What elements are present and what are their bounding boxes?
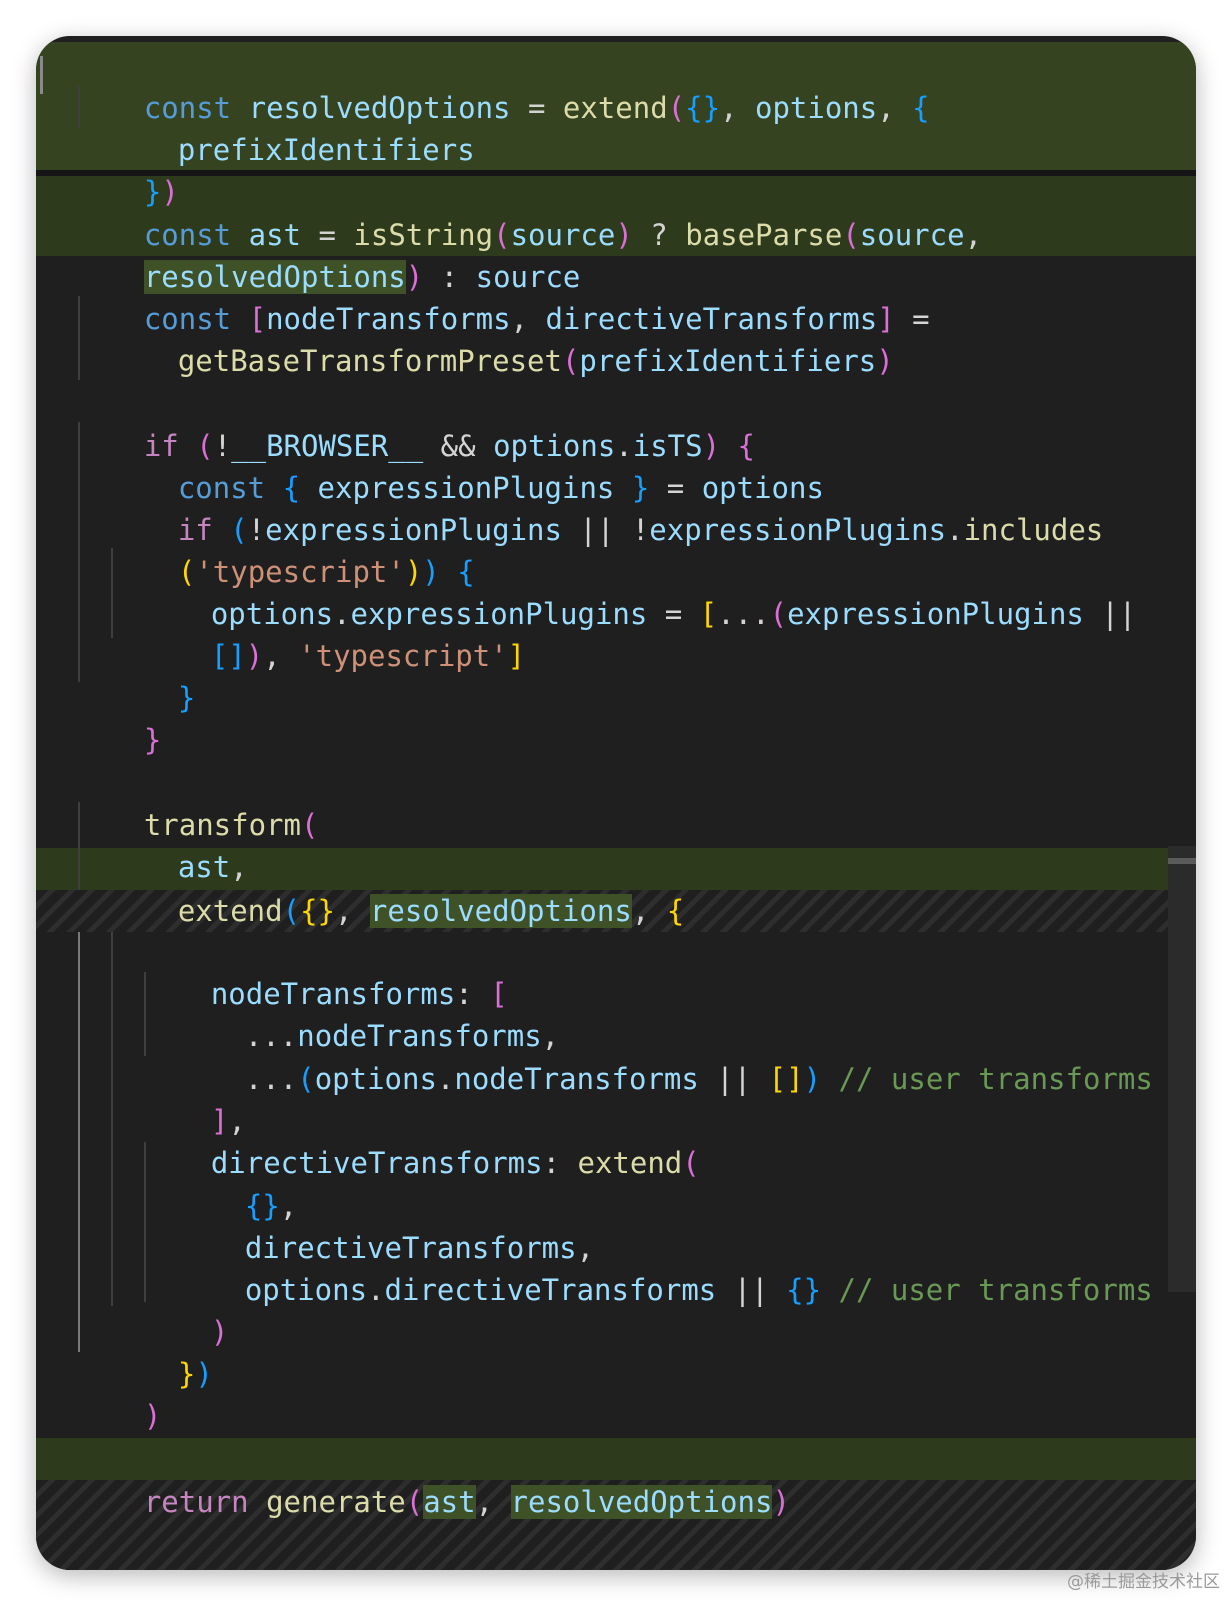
code-line-3: }) xyxy=(143,175,179,209)
code-line-13: options.expressionPlugins = [...(express… xyxy=(210,597,1137,631)
code-line-30: }) xyxy=(177,1357,213,1391)
code-line-33: return generate(ast, resolvedOptions) xyxy=(143,1485,790,1519)
code-line-22: ...nodeTransforms, xyxy=(244,1019,560,1053)
code-line-20: extend({}, resolvedOptions, { xyxy=(177,894,685,928)
code-line-16: } xyxy=(143,723,162,757)
vertical-scrollbar[interactable] xyxy=(1168,846,1196,1292)
code-line-19: ast, xyxy=(177,850,248,884)
watermark: @稀土掘金技术社区 xyxy=(1067,1572,1220,1592)
code-line-28: options.directiveTransforms || {} // use… xyxy=(244,1273,1153,1307)
code-line-18: transform( xyxy=(143,808,319,842)
code-line-12: ('typescript')) { xyxy=(177,555,475,589)
code-line-26: {}, xyxy=(244,1189,298,1223)
code-line-10: const { expressionPlugins } = options xyxy=(177,471,824,505)
scrollbar-thumb[interactable] xyxy=(1168,858,1196,864)
code-line-25: directiveTransforms: extend( xyxy=(210,1146,700,1180)
code-line-5: resolvedOptions) : source xyxy=(143,260,581,294)
code-line-11: if (!expressionPlugins || !expressionPlu… xyxy=(177,513,1104,547)
code-line-6: const [nodeTransforms, directiveTransfor… xyxy=(143,302,930,336)
code-line-31: ) xyxy=(143,1399,162,1433)
code-line-14: []), 'typescript'] xyxy=(210,639,526,673)
code-line-15: } xyxy=(177,681,196,715)
code-line-23: ...(options.nodeTransforms || []) // use… xyxy=(244,1062,1153,1096)
code-line-29: ) xyxy=(210,1315,229,1349)
code-line-21: nodeTransforms: [ xyxy=(210,977,508,1011)
code-line-7: getBaseTransformPreset(prefixIdentifiers… xyxy=(177,344,894,378)
code-editor: const resolvedOptions = extend({}, optio… xyxy=(36,36,1196,1570)
code-line-27: directiveTransforms, xyxy=(244,1231,595,1265)
code-line-1: const resolvedOptions = extend({}, optio… xyxy=(143,91,930,125)
code-line-9: if (!__BROWSER__ && options.isTS) { xyxy=(143,429,755,463)
code-line-4: const ast = isString(source) ? baseParse… xyxy=(143,218,983,252)
code-line-24: ], xyxy=(210,1104,246,1138)
code-line-2: prefixIdentifiers xyxy=(177,133,475,167)
